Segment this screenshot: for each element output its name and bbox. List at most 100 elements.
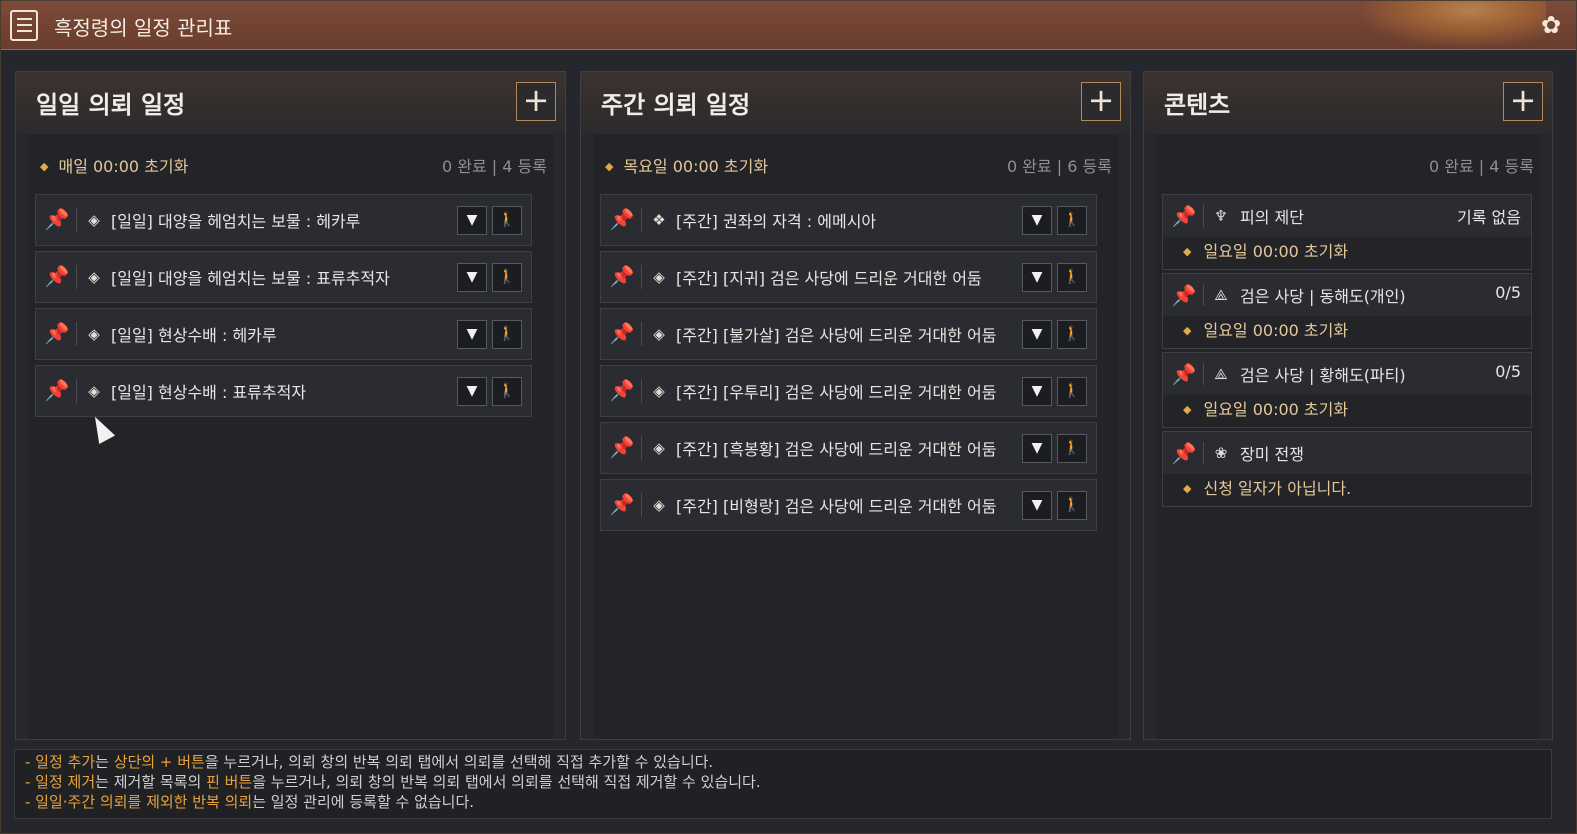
content-value: 0/5 — [1495, 362, 1521, 381]
quest-label: [일일] 현상수배 : 표류추적자 — [111, 383, 307, 402]
schedule-window: 흑정령의 일정 관리표 ✿ 일일 의뢰 일정 + ◆ 매일 00:00 초기화 0… — [0, 0, 1577, 834]
quest-row[interactable]: 📌 ◈ [일일] 현상수배 : 표류추적자 ▼ 🚶 — [35, 365, 532, 417]
daily-add-button[interactable]: + — [516, 82, 556, 121]
chevron-down-icon[interactable]: ▼ — [1022, 263, 1052, 292]
quest-row[interactable]: 📌 ❖ [주간] 권좌의 자격 : 에메시아 ▼ 🚶 — [600, 194, 1097, 246]
content-row[interactable]: 📌 ⟁ 검은 사당 | 동해도(개인) 0/5 ◆ 일요일 00:00 초기화 — [1162, 273, 1532, 349]
quest-row[interactable]: 📌 ◈ [일일] 대양을 헤엄치는 보물 : 표류추적자 ▼ 🚶 — [35, 251, 532, 303]
chevron-down-icon[interactable]: ▼ — [1022, 320, 1052, 349]
quest-label: [주간] [지귀] 검은 사당에 드리운 거대한 어둠 — [676, 269, 982, 288]
chevron-down-icon[interactable]: ▼ — [457, 206, 487, 235]
weekly-add-button[interactable]: + — [1081, 82, 1121, 121]
daily-count: 0 완료 | 4 등록 — [442, 157, 547, 176]
daily-panel: 일일 의뢰 일정 + ◆ 매일 00:00 초기화 0 완료 | 4 등록 📌 ◈… — [15, 71, 566, 740]
auto-walk-icon[interactable]: 🚶 — [492, 320, 522, 349]
diamond-icon: ◆ — [1183, 482, 1192, 495]
auto-walk-icon[interactable]: 🚶 — [1057, 206, 1087, 235]
auto-walk-icon[interactable]: 🚶 — [492, 263, 522, 292]
pin-icon[interactable]: 📌 — [609, 491, 635, 517]
auto-walk-icon[interactable]: 🚶 — [1057, 434, 1087, 463]
diamond-icon: ◆ — [40, 160, 49, 173]
daily-reset-info: ◆ 매일 00:00 초기화 — [40, 153, 188, 177]
pin-icon[interactable]: 📌 — [1171, 440, 1197, 466]
content-panel: 콘텐츠 + 0 완료 | 4 등록 📌 ♆ 피의 제단 기록 없음 ◆ 일요일 0… — [1143, 71, 1553, 740]
pin-icon[interactable]: 📌 — [44, 320, 70, 346]
content-label: 검은 사당 | 동해도(개인) — [1240, 287, 1406, 306]
diamond-icon: ◆ — [1183, 324, 1192, 337]
content-reset-text: 일요일 00:00 초기화 — [1203, 321, 1349, 340]
auto-walk-icon[interactable]: 🚶 — [1057, 491, 1087, 520]
weekly-panel-title: 주간 의뢰 일정 — [601, 91, 751, 119]
content-reset-info: ◆ 일요일 00:00 초기화 — [1163, 395, 1531, 427]
content-reset-info: ◆ 일요일 00:00 초기화 — [1163, 316, 1531, 348]
help-line: - 일정 제거는 제거할 목록의 핀 버튼을 누르거나, 의뢰 창의 반복 의뢰… — [25, 773, 761, 791]
quest-row[interactable]: 📌 ◈ [주간] [불가살] 검은 사당에 드리운 거대한 어둠 ▼ 🚶 — [600, 308, 1097, 360]
chevron-down-icon[interactable]: ▼ — [457, 377, 487, 406]
quest-label: [주간] [흑봉황] 검은 사당에 드리운 거대한 어둠 — [676, 440, 997, 459]
daily-panel-title: 일일 의뢰 일정 — [36, 91, 186, 119]
weekly-count: 0 완료 | 6 등록 — [1007, 157, 1112, 176]
quest-label: [주간] [우투리] 검은 사당에 드리운 거대한 어둠 — [676, 383, 997, 402]
weekly-panel: 주간 의뢰 일정 + ◆ 목요일 00:00 초기화 0 완료 | 6 등록 📌 … — [580, 71, 1131, 740]
quest-type-icon: ◈ — [88, 325, 100, 343]
quest-type-icon: ◈ — [653, 382, 665, 400]
quest-row[interactable]: 📌 ◈ [일일] 대양을 헤엄치는 보물 : 헤카루 ▼ 🚶 — [35, 194, 532, 246]
content-row[interactable]: 📌 ♆ 피의 제단 기록 없음 ◆ 일요일 00:00 초기화 — [1162, 194, 1532, 270]
quest-type-icon: ❖ — [652, 211, 666, 229]
auto-walk-icon[interactable]: 🚶 — [1057, 263, 1087, 292]
help-line: - 일정 추가는 상단의 + 버튼을 누르거나, 의뢰 창의 반복 의뢰 탭에서… — [25, 753, 714, 771]
chevron-down-icon[interactable]: ▼ — [1022, 377, 1052, 406]
content-reset-info: ◆ 일요일 00:00 초기화 — [1163, 237, 1531, 269]
content-reset-text: 신청 일자가 아닙니다. — [1203, 479, 1352, 498]
chevron-down-icon[interactable]: ▼ — [1022, 434, 1052, 463]
diamond-icon: ◆ — [1183, 403, 1192, 416]
title-bar[interactable]: 흑정령의 일정 관리표 ✿ — [1, 1, 1576, 50]
quest-row[interactable]: 📌 ◈ [주간] [흑봉황] 검은 사당에 드리운 거대한 어둠 ▼ 🚶 — [600, 422, 1097, 474]
content-row[interactable]: 📌 ❀ 장미 전쟁 ◆ 신청 일자가 아닙니다. — [1162, 431, 1532, 507]
quest-label: [주간] [비형랑] 검은 사당에 드리운 거대한 어둠 — [676, 497, 997, 516]
content-label: 검은 사당 | 황해도(파티) — [1240, 366, 1406, 385]
chevron-down-icon[interactable]: ▼ — [1022, 491, 1052, 520]
pin-icon[interactable]: 📌 — [609, 377, 635, 403]
pin-icon[interactable]: 📌 — [1171, 203, 1197, 229]
weekly-reset-info: ◆ 목요일 00:00 초기화 — [605, 153, 768, 177]
content-reset-text: 일요일 00:00 초기화 — [1203, 400, 1349, 419]
flower-close-icon[interactable]: ✿ — [1536, 10, 1566, 40]
shrine-icon: ⟁ — [1214, 365, 1228, 383]
content-label: 장미 전쟁 — [1240, 445, 1304, 464]
auto-walk-icon[interactable]: 🚶 — [1057, 377, 1087, 406]
chevron-down-icon[interactable]: ▼ — [457, 320, 487, 349]
window-title: 흑정령의 일정 관리표 — [54, 16, 233, 40]
quest-type-icon: ◈ — [653, 268, 665, 286]
pin-icon[interactable]: 📌 — [44, 206, 70, 232]
content-add-button[interactable]: + — [1503, 82, 1543, 121]
auto-walk-icon[interactable]: 🚶 — [1057, 320, 1087, 349]
pin-icon[interactable]: 📌 — [609, 320, 635, 346]
quest-row[interactable]: 📌 ◈ [주간] [지귀] 검은 사당에 드리운 거대한 어둠 ▼ 🚶 — [600, 251, 1097, 303]
content-row[interactable]: 📌 ⟁ 검은 사당 | 황해도(파티) 0/5 ◆ 일요일 00:00 초기화 — [1162, 352, 1532, 428]
chevron-down-icon[interactable]: ▼ — [457, 263, 487, 292]
pin-icon[interactable]: 📌 — [609, 206, 635, 232]
auto-walk-icon[interactable]: 🚶 — [492, 377, 522, 406]
help-footer: - 일정 추가는 상단의 + 버튼을 누르거나, 의뢰 창의 반복 의뢰 탭에서… — [14, 749, 1552, 819]
pin-icon[interactable]: 📌 — [44, 263, 70, 289]
content-count: 0 완료 | 4 등록 — [1429, 157, 1534, 176]
pin-icon[interactable]: 📌 — [1171, 361, 1197, 387]
quest-row[interactable]: 📌 ◈ [주간] [우투리] 검은 사당에 드리운 거대한 어둠 ▼ 🚶 — [600, 365, 1097, 417]
pin-icon[interactable]: 📌 — [1171, 282, 1197, 308]
quest-row[interactable]: 📌 ◈ [일일] 현상수배 : 헤카루 ▼ 🚶 — [35, 308, 532, 360]
content-label: 피의 제단 — [1240, 208, 1304, 227]
pin-icon[interactable]: 📌 — [44, 377, 70, 403]
content-panel-title: 콘텐츠 — [1164, 91, 1231, 119]
quest-row[interactable]: 📌 ◈ [주간] [비형랑] 검은 사당에 드리운 거대한 어둠 ▼ 🚶 — [600, 479, 1097, 531]
pin-icon[interactable]: 📌 — [609, 434, 635, 460]
altar-icon: ♆ — [1214, 207, 1228, 225]
weekly-reset-text: 목요일 00:00 초기화 — [623, 157, 769, 176]
quest-type-icon: ◈ — [653, 496, 665, 514]
chevron-down-icon[interactable]: ▼ — [1022, 206, 1052, 235]
pin-icon[interactable]: 📌 — [609, 263, 635, 289]
auto-walk-icon[interactable]: 🚶 — [492, 206, 522, 235]
quest-type-icon: ◈ — [88, 382, 100, 400]
diamond-icon: ◆ — [1183, 245, 1192, 258]
daily-reset-text: 매일 00:00 초기화 — [58, 157, 189, 176]
